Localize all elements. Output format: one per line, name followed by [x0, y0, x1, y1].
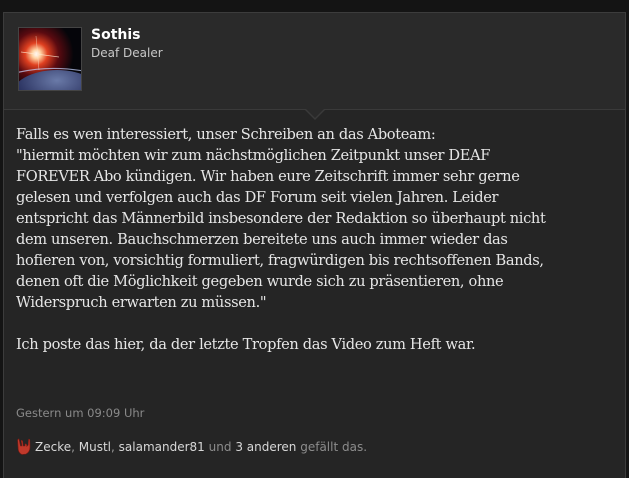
planet-avatar-icon [19, 28, 81, 90]
likes-separator: , [71, 440, 75, 454]
likes-summary: Zecke, Mustl, salamander81 und 3 anderen… [14, 437, 367, 457]
post-timestamp-link[interactable]: Gestern um 09:09 Uhr [16, 406, 144, 420]
author-name-link[interactable]: Sothis [91, 27, 141, 43]
likes-and-text: und [208, 440, 232, 454]
message-paragraph-1: Falls es wen interessiert, unser Schreib… [16, 126, 546, 311]
author-title: Deaf Dealer [91, 46, 163, 60]
header-pointer [306, 109, 324, 118]
like-user-salamander81[interactable]: salamander81 [119, 440, 205, 454]
like-user-zecke[interactable]: Zecke [35, 440, 71, 454]
avatar[interactable] [18, 27, 82, 91]
likes-others-link[interactable]: 3 anderen [235, 440, 296, 454]
post-message: Falls es wen interessiert, unser Schreib… [16, 124, 616, 355]
message-paragraph-2: Ich poste das hier, da der letzte Tropfe… [16, 336, 476, 353]
horns-icon [17, 438, 31, 455]
forum-post: Sothis Deaf Dealer Falls es wen interess… [3, 12, 626, 478]
likes-suffix: gefällt das. [300, 440, 368, 454]
likes-separator: , [111, 440, 115, 454]
thread-page: Sothis Deaf Dealer Falls es wen interess… [0, 0, 629, 478]
post-author-header: Sothis Deaf Dealer [4, 13, 625, 110]
like-user-mustl[interactable]: Mustl [79, 440, 111, 454]
